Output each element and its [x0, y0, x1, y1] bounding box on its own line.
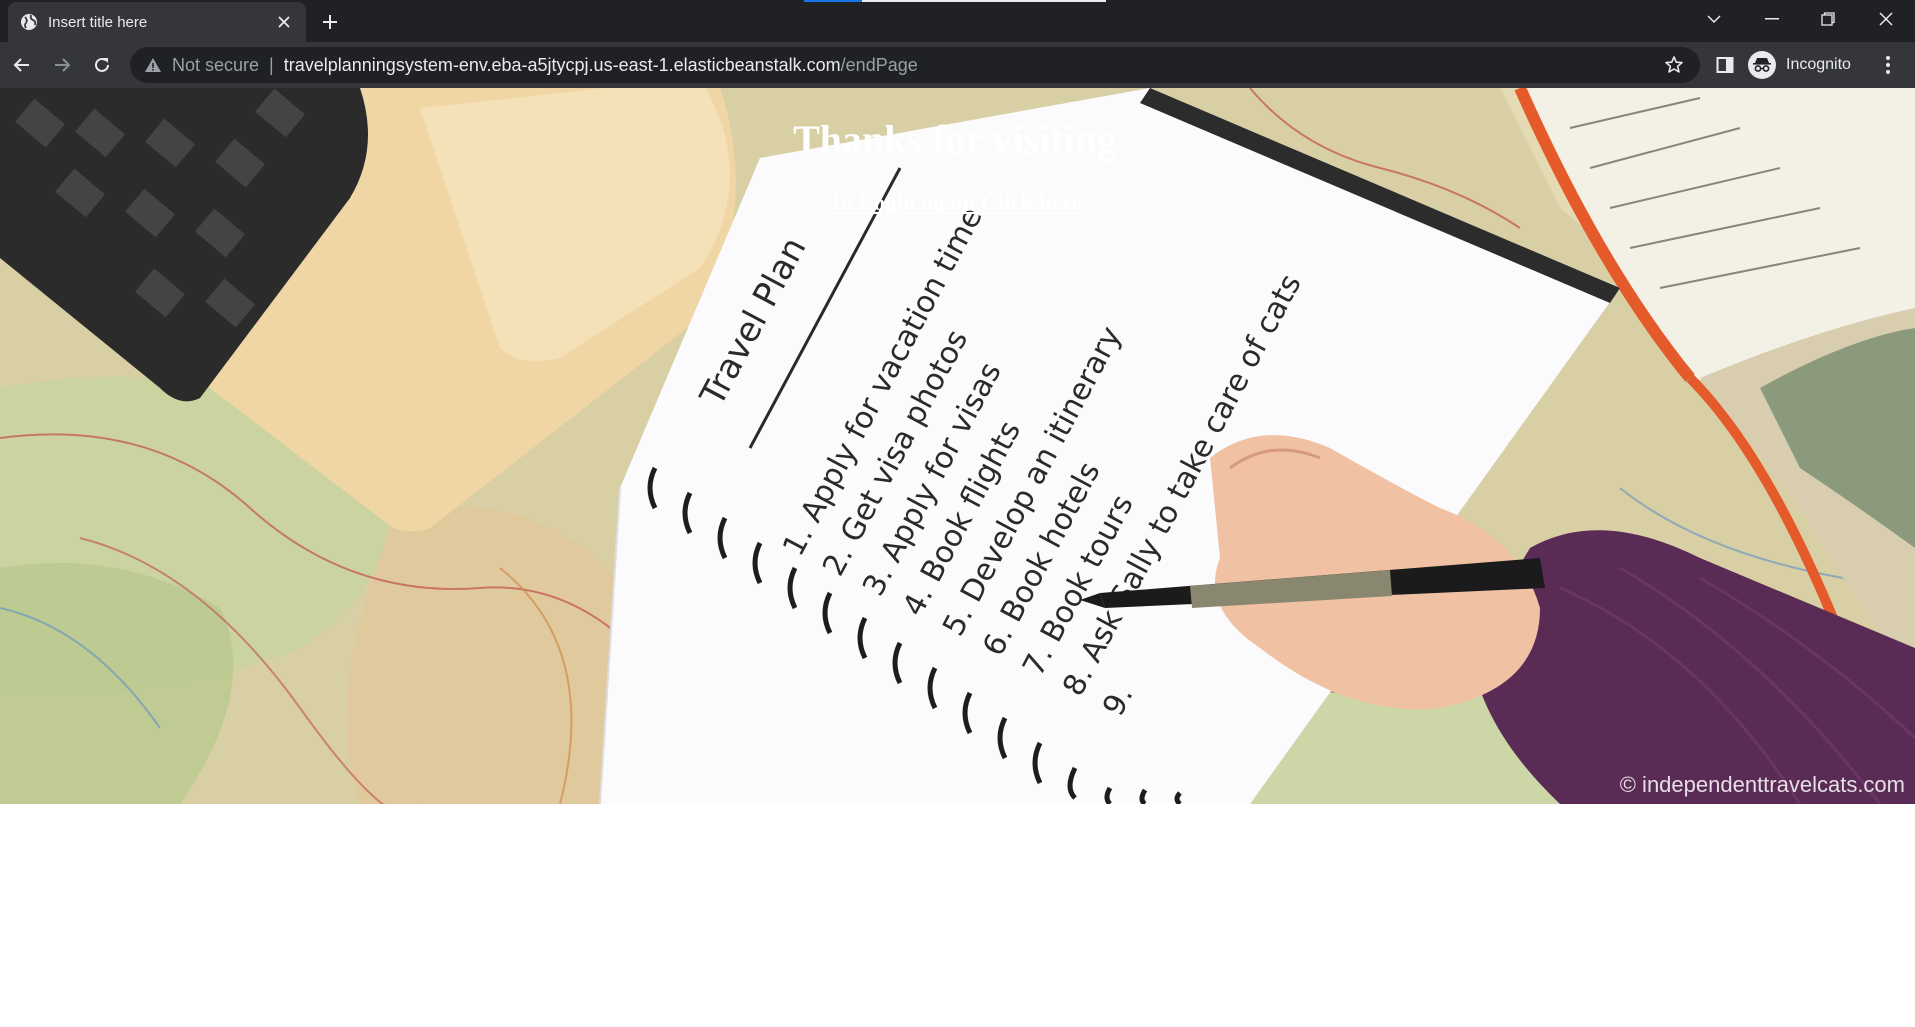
page-heading: Thanks for visiting [793, 117, 1117, 162]
restore-icon[interactable] [1800, 0, 1856, 38]
profile-label: Incognito [1786, 56, 1851, 73]
url-host: travelplanningsystem-env.eba-a5jtycpj.us… [283, 54, 841, 75]
background-image: Travel Plan 1. Apply for vacation time 2… [0, 88, 1915, 804]
incognito-icon [1748, 51, 1776, 79]
separator: | [269, 54, 274, 75]
login-again-link[interactable]: To Login again Click here [0, 190, 1910, 216]
loading-progress-track [862, 0, 1106, 2]
loading-progress [804, 0, 862, 2]
browser-toolbar: Not secure | travelplanningsystem-env.eb… [0, 42, 1915, 88]
reload-icon[interactable] [88, 51, 116, 79]
browser-tab[interactable]: Insert title here [8, 2, 306, 42]
globe-icon [20, 13, 38, 31]
side-panel-icon[interactable] [1713, 53, 1737, 77]
url-path: /endPage [840, 54, 918, 75]
back-arrow-icon[interactable] [8, 51, 36, 79]
close-icon[interactable] [274, 12, 294, 32]
more-vert-icon[interactable] [1876, 53, 1900, 77]
warning-icon[interactable] [144, 56, 162, 74]
minimize-icon[interactable] [1744, 0, 1800, 38]
security-status[interactable]: Not secure [172, 55, 259, 76]
window-close-icon[interactable] [1858, 0, 1914, 38]
forward-arrow-icon[interactable] [48, 51, 76, 79]
tab-title: Insert title here [48, 13, 148, 31]
tab-strip: Insert title here [0, 0, 1915, 42]
plus-icon[interactable] [318, 10, 342, 34]
address-bar[interactable]: Not secure | travelplanningsystem-env.eb… [130, 47, 1700, 83]
star-icon[interactable] [1664, 55, 1684, 75]
chevron-down-icon[interactable] [1686, 0, 1742, 38]
profile-button[interactable]: Incognito [1748, 48, 1851, 82]
image-credit: © independenttravelcats.com [1619, 772, 1905, 797]
